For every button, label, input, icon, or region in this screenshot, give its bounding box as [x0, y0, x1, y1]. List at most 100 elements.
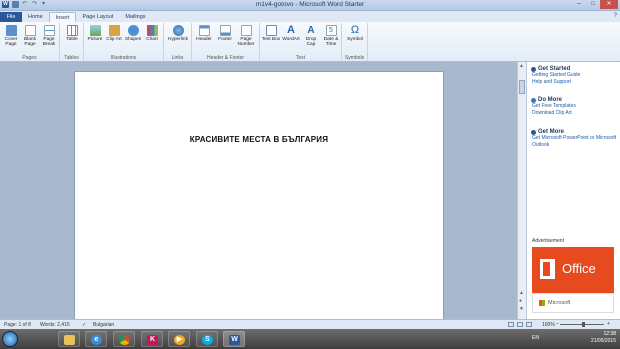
- group-label-illustrations: Illustrations: [110, 55, 137, 61]
- shapes-icon: [127, 25, 139, 36]
- header-icon: [198, 25, 210, 36]
- office-advertisement[interactable]: Office: [532, 247, 614, 293]
- group-label-tables: Tables: [64, 55, 79, 61]
- print-layout-view-icon[interactable]: [508, 322, 514, 327]
- blank-page-icon: [24, 25, 36, 36]
- microsoft-brand-text: Microsoft: [548, 300, 571, 306]
- scroll-up-icon[interactable]: ▲: [519, 63, 524, 69]
- advertisement-label: Advertisement: [532, 238, 564, 244]
- microsoft-logo-icon: [539, 300, 545, 306]
- link-get-powerpoint-outlook[interactable]: Get Microsoft PowerPoint or Microsoft Ou…: [532, 135, 617, 149]
- skype-icon: S: [202, 335, 213, 345]
- maximize-button[interactable]: □: [586, 0, 600, 9]
- ribbon-tabs: File Home Insert Page Layout Mailings ?: [0, 11, 620, 22]
- cover-page-button[interactable]: Cover Page: [1, 25, 21, 47]
- wordart-button[interactable]: A WordArt: [281, 25, 301, 43]
- taskbar-chrome[interactable]: [113, 331, 135, 347]
- proofing-icon[interactable]: ✓: [82, 322, 86, 328]
- zoom-out-button[interactable]: −: [556, 321, 559, 327]
- taskbar: e K ▶ S W EN 12:38 21/05/2015: [0, 329, 620, 349]
- get-more-icon: [531, 129, 536, 135]
- taskbar-word[interactable]: W: [223, 331, 245, 347]
- picture-icon: [89, 25, 101, 36]
- blank-page-button[interactable]: Blank Page: [20, 25, 40, 47]
- page-break-icon: [43, 25, 55, 36]
- clock-date: 21/05/2015: [590, 338, 616, 344]
- vertical-scrollbar[interactable]: ▲ ▲ ● ▼: [517, 62, 526, 319]
- taskbar-k-app[interactable]: K: [141, 331, 163, 347]
- chart-icon: [146, 25, 158, 36]
- section-get-more: Get More Get Microsoft PowerPoint or Mic…: [531, 129, 617, 149]
- hyperlink-button[interactable]: Hyperlink: [168, 25, 188, 42]
- internet-explorer-icon: e: [91, 335, 102, 345]
- minimize-button[interactable]: –: [572, 0, 586, 9]
- taskbar-media-player[interactable]: ▶: [168, 331, 190, 347]
- text-box-button[interactable]: Text Box: [261, 25, 281, 42]
- clip-art-icon: [108, 25, 120, 36]
- close-button[interactable]: ✕: [600, 0, 618, 9]
- link-help-support[interactable]: Help and Support: [532, 79, 580, 86]
- chrome-icon: [119, 335, 130, 345]
- status-bar: Page: 1 of 8 Words: 2,415 ✓ Bulgarian 10…: [0, 319, 620, 329]
- zoom-level[interactable]: 100%: [542, 322, 555, 328]
- language-status[interactable]: Bulgarian: [93, 322, 114, 328]
- help-icon[interactable]: ?: [614, 13, 617, 19]
- tab-mailings[interactable]: Mailings: [119, 12, 151, 22]
- chart-button[interactable]: Chart: [142, 25, 162, 42]
- cover-page-icon: [5, 25, 17, 36]
- document-workspace: КРАСИВИТЕ МЕСТА В БЪЛГАРИЯ: [0, 62, 517, 319]
- symbol-button[interactable]: Ω Symbol: [345, 25, 365, 43]
- page-count[interactable]: Page: 1 of 8: [4, 322, 31, 328]
- tab-file[interactable]: File: [0, 12, 22, 22]
- table-icon: [66, 25, 78, 36]
- scroll-thumb[interactable]: [519, 80, 525, 94]
- header-button[interactable]: Header: [194, 25, 214, 42]
- table-button[interactable]: Table: [62, 25, 82, 42]
- section-do-more: Do More Get Free Templates Download Clip…: [531, 97, 576, 117]
- tab-insert[interactable]: Insert: [48, 12, 77, 22]
- text-box-icon: [265, 25, 277, 36]
- link-download-clip-art[interactable]: Download Clip Art: [532, 110, 576, 117]
- group-links: Hyperlink Links: [164, 23, 192, 61]
- picture-button[interactable]: Picture: [85, 25, 105, 42]
- input-language[interactable]: EN: [532, 335, 539, 341]
- next-page-icon[interactable]: ▼: [519, 306, 524, 312]
- page-break-button[interactable]: Page Break: [39, 25, 59, 47]
- page-number-icon: [240, 25, 252, 36]
- taskbar-internet-explorer[interactable]: e: [85, 331, 107, 347]
- zoom-slider-thumb[interactable]: [582, 322, 585, 327]
- full-screen-view-icon[interactable]: [517, 322, 523, 327]
- word-count[interactable]: Words: 2,415: [40, 322, 70, 328]
- prev-page-icon[interactable]: ▲: [519, 290, 524, 296]
- browse-object-icon[interactable]: ●: [519, 298, 522, 304]
- zoom-in-button[interactable]: +: [607, 321, 610, 327]
- clock-time: 12:38: [603, 331, 616, 337]
- title-bar: W ↶ ↷ ▾ m1v4-gotovo - Microsoft Word Sta…: [0, 0, 620, 11]
- drop-cap-button[interactable]: A Drop Cap: [301, 25, 321, 47]
- tab-page-layout[interactable]: Page Layout: [76, 12, 119, 22]
- document-page[interactable]: КРАСИВИТЕ МЕСТА В БЪЛГАРИЯ: [74, 71, 444, 319]
- get-started-icon: [531, 66, 536, 72]
- folder-icon: [64, 335, 75, 345]
- group-illustrations: Picture Clip Art Shapes Chart Illustrati…: [84, 23, 164, 61]
- microsoft-brand-bar: Microsoft: [532, 293, 614, 313]
- office-logo-icon: [540, 259, 555, 279]
- taskbar-skype[interactable]: S: [196, 331, 218, 347]
- system-clock[interactable]: 12:38 21/05/2015: [591, 331, 616, 345]
- clip-art-button[interactable]: Clip Art: [104, 25, 124, 42]
- taskbar-explorer[interactable]: [58, 331, 80, 347]
- link-free-templates[interactable]: Get Free Templates: [532, 103, 576, 110]
- page-number-button[interactable]: Page Number: [236, 25, 256, 47]
- document-heading[interactable]: КРАСИВИТЕ МЕСТА В БЪЛГАРИЯ: [75, 135, 443, 144]
- shapes-button[interactable]: Shapes: [123, 25, 143, 42]
- group-label-links: Links: [171, 55, 184, 61]
- start-button[interactable]: [2, 331, 18, 347]
- footer-button[interactable]: Footer: [215, 25, 235, 42]
- group-text: Text Box A WordArt A Drop Cap 5 Date & Time…: [260, 23, 342, 61]
- group-pages: Cover Page Blank Page Page Break Pages: [0, 23, 60, 61]
- tab-home[interactable]: Home: [22, 12, 49, 22]
- group-symbols: Ω Symbol Symbols: [342, 23, 368, 61]
- web-layout-view-icon[interactable]: [526, 322, 532, 327]
- date-time-button[interactable]: 5 Date & Time: [321, 25, 341, 47]
- link-getting-started-guide[interactable]: Getting Started Guide: [532, 72, 580, 79]
